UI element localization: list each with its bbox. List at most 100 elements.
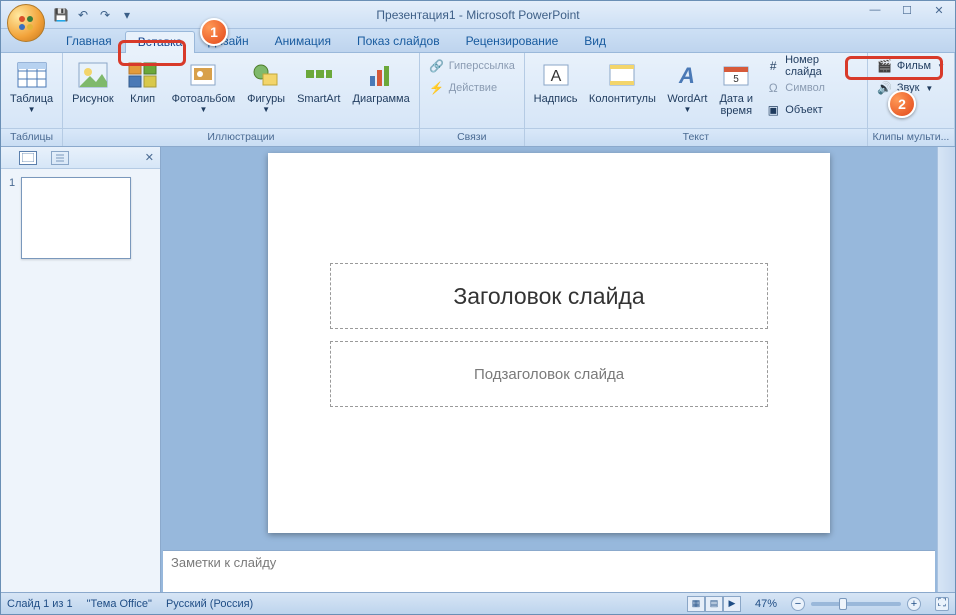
datetime-label: Дата и время xyxy=(719,93,753,117)
clipart-button[interactable]: Клип xyxy=(121,55,165,106)
outline-tab[interactable] xyxy=(51,151,69,165)
notes-pane[interactable]: Заметки к слайду xyxy=(163,550,935,592)
window-title: Презентация1 - Microsoft PowerPoint xyxy=(376,8,579,22)
svg-text:A: A xyxy=(550,68,561,85)
shapes-button[interactable]: Фигуры▼ xyxy=(242,55,290,115)
group-links: 🔗 Гиперссылка ⚡ Действие Связи xyxy=(420,53,525,146)
photoalbum-button[interactable]: Фотоальбом▼ xyxy=(167,55,241,115)
headerfooter-button[interactable]: Колонтитулы xyxy=(584,55,660,106)
callout-badge-2: 2 xyxy=(888,90,916,118)
smartart-button[interactable]: SmartArt xyxy=(292,55,345,106)
slides-tab[interactable] xyxy=(19,151,37,165)
tab-insert[interactable]: Вставка xyxy=(125,31,196,53)
object-button[interactable]: ▣Объект xyxy=(760,99,863,121)
language-indicator[interactable]: Русский (Россия) xyxy=(166,598,253,610)
action-icon: ⚡ xyxy=(429,80,445,96)
work-area: ✕ 1 Заголовок слайда Подзаголовок слайда… xyxy=(1,147,955,592)
textbox-label: Надпись xyxy=(534,93,578,105)
tab-view[interactable]: Вид xyxy=(571,30,619,52)
datetime-button[interactable]: 5 Дата и время xyxy=(714,55,758,118)
close-button[interactable]: ✕ xyxy=(923,1,955,19)
quick-access-toolbar: 💾 ↶ ↷ ▾ xyxy=(53,7,135,23)
picture-button[interactable]: Рисунок xyxy=(67,55,119,106)
slideshow-view-button[interactable]: ▶ xyxy=(723,596,741,612)
theme-indicator: "Тема Office" xyxy=(87,598,152,610)
movie-icon: 🎬 xyxy=(877,58,893,74)
textbox-button[interactable]: A Надпись xyxy=(529,55,582,106)
symbol-button: Ω Символ xyxy=(760,77,863,99)
wordart-button[interactable]: AWordArt▼ xyxy=(663,55,713,115)
group-tables-label: Таблицы xyxy=(1,128,62,146)
vertical-scrollbar[interactable] xyxy=(937,147,955,592)
group-text: AНадпись Колонтитулы AWordArt▼ 5Дата и в… xyxy=(525,53,868,146)
ribbon: Таблица ▼ Таблицы Рисунок Клип Фотоальбо… xyxy=(1,53,955,147)
table-icon xyxy=(16,59,48,91)
slide-canvas[interactable]: Заголовок слайда Подзаголовок слайда xyxy=(268,153,830,533)
clipart-label: Клип xyxy=(130,93,155,105)
slidenum-button[interactable]: #Номер слайда xyxy=(760,55,863,77)
tab-animation[interactable]: Анимация xyxy=(262,30,344,52)
save-icon[interactable]: 💾 xyxy=(53,7,69,23)
chevron-down-icon: ▼ xyxy=(262,105,270,114)
slidenum-label: Номер слайда xyxy=(785,54,858,78)
sorter-view-button[interactable]: ▤ xyxy=(705,596,723,612)
slidenum-icon: # xyxy=(765,58,781,74)
zoom-percent[interactable]: 47% xyxy=(755,598,777,610)
svg-text:5: 5 xyxy=(733,74,739,85)
group-illustrations-label: Иллюстрации xyxy=(63,128,419,146)
table-button[interactable]: Таблица ▼ xyxy=(5,55,58,115)
slide-thumbnail[interactable] xyxy=(21,177,131,259)
panel-close-button[interactable]: ✕ xyxy=(145,151,154,164)
chart-label: Диаграмма xyxy=(353,93,410,105)
chart-button[interactable]: Диаграмма xyxy=(348,55,415,106)
hyperlink-button: 🔗 Гиперссылка xyxy=(424,55,520,77)
photoalbum-label: Фотоальбом xyxy=(172,93,236,105)
smartart-label: SmartArt xyxy=(297,93,340,105)
group-text-label: Текст xyxy=(525,128,867,146)
picture-label: Рисунок xyxy=(72,93,114,105)
textbox-icon: A xyxy=(540,59,572,91)
tab-home[interactable]: Главная xyxy=(53,30,125,52)
chevron-down-icon: ▼ xyxy=(199,105,207,114)
qat-more-icon[interactable]: ▾ xyxy=(119,7,135,23)
group-media-label: Клипы мульти... xyxy=(868,128,954,146)
slides-panel: ✕ 1 xyxy=(1,147,161,592)
datetime-icon: 5 xyxy=(720,59,752,91)
headerfooter-label: Колонтитулы xyxy=(589,93,656,105)
symbol-label: Символ xyxy=(785,82,825,94)
title-placeholder[interactable]: Заголовок слайда xyxy=(330,263,768,329)
hyperlink-icon: 🔗 xyxy=(429,58,445,74)
normal-view-button[interactable]: ▦ xyxy=(687,596,705,612)
sound-icon: 🔊 xyxy=(877,80,893,96)
wordart-icon: A xyxy=(671,59,703,91)
maximize-button[interactable]: ☐ xyxy=(891,1,923,19)
wordart-label: WordArt xyxy=(667,93,707,105)
tab-review[interactable]: Рецензирование xyxy=(453,30,572,52)
group-illustrations: Рисунок Клип Фотоальбом▼ Фигуры▼ SmartAr… xyxy=(63,53,420,146)
zoom-slider[interactable] xyxy=(811,602,901,606)
zoom-out-button[interactable]: − xyxy=(791,597,805,611)
callout-badge-1: 1 xyxy=(200,18,228,46)
tab-slideshow[interactable]: Показ слайдов xyxy=(344,30,453,52)
office-button[interactable] xyxy=(7,4,45,42)
zoom-in-button[interactable]: + xyxy=(907,597,921,611)
picture-icon xyxy=(77,59,109,91)
redo-icon[interactable]: ↷ xyxy=(97,7,113,23)
subtitle-placeholder[interactable]: Подзаголовок слайда xyxy=(330,341,768,407)
photoalbum-icon xyxy=(187,59,219,91)
svg-text:A: A xyxy=(678,63,695,88)
ribbon-tabs: Главная Вставка Дизайн Анимация Показ сл… xyxy=(1,29,955,53)
minimize-button[interactable]: — xyxy=(859,1,891,19)
hyperlink-label: Гиперссылка xyxy=(449,60,515,72)
undo-icon[interactable]: ↶ xyxy=(75,7,91,23)
movie-label: Фильм xyxy=(897,60,931,72)
symbol-icon: Ω xyxy=(765,80,781,96)
chevron-down-icon: ▼ xyxy=(925,84,933,93)
action-label: Действие xyxy=(449,82,497,94)
smartart-icon xyxy=(303,59,335,91)
movie-button[interactable]: 🎬Фильм▼ xyxy=(872,55,950,77)
status-bar: Слайд 1 из 1 "Тема Office" Русский (Росс… xyxy=(1,592,955,614)
group-links-label: Связи xyxy=(420,128,524,146)
fit-window-button[interactable]: ⛶ xyxy=(935,597,949,611)
headerfooter-icon xyxy=(606,59,638,91)
